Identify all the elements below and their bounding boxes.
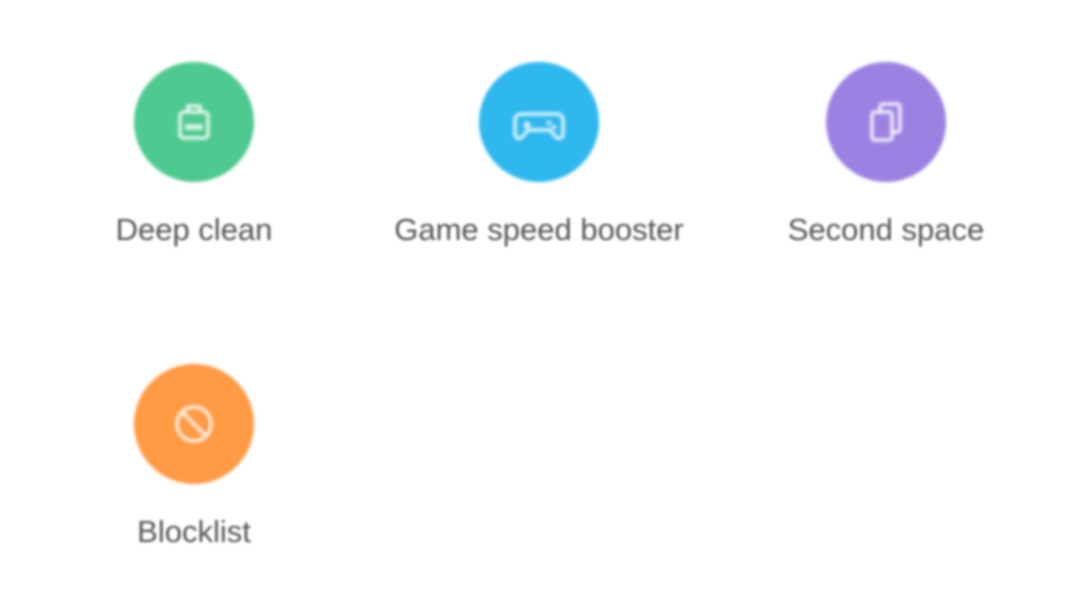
blocklist-tile[interactable]: Blocklist bbox=[44, 302, 344, 549]
blocklist-circle bbox=[134, 364, 254, 484]
gamepad-icon bbox=[507, 90, 571, 154]
second-space-label: Second space bbox=[787, 212, 985, 247]
deep-clean-circle bbox=[134, 62, 254, 182]
bag-icon bbox=[162, 90, 226, 154]
tools-grid: Deep clean Game speed booster Second spa… bbox=[0, 0, 1080, 591]
deep-clean-tile[interactable]: Deep clean bbox=[44, 0, 344, 247]
game-speed-booster-tile[interactable]: Game speed booster bbox=[389, 0, 689, 247]
game-speed-booster-circle bbox=[479, 62, 599, 182]
deep-clean-label: Deep clean bbox=[115, 212, 273, 247]
block-icon bbox=[162, 392, 226, 456]
second-space-tile[interactable]: Second space bbox=[736, 0, 1036, 247]
game-speed-booster-label: Game speed booster bbox=[394, 212, 684, 247]
cards-icon bbox=[854, 90, 918, 154]
blocklist-label: Blocklist bbox=[137, 514, 251, 549]
second-space-circle bbox=[826, 62, 946, 182]
